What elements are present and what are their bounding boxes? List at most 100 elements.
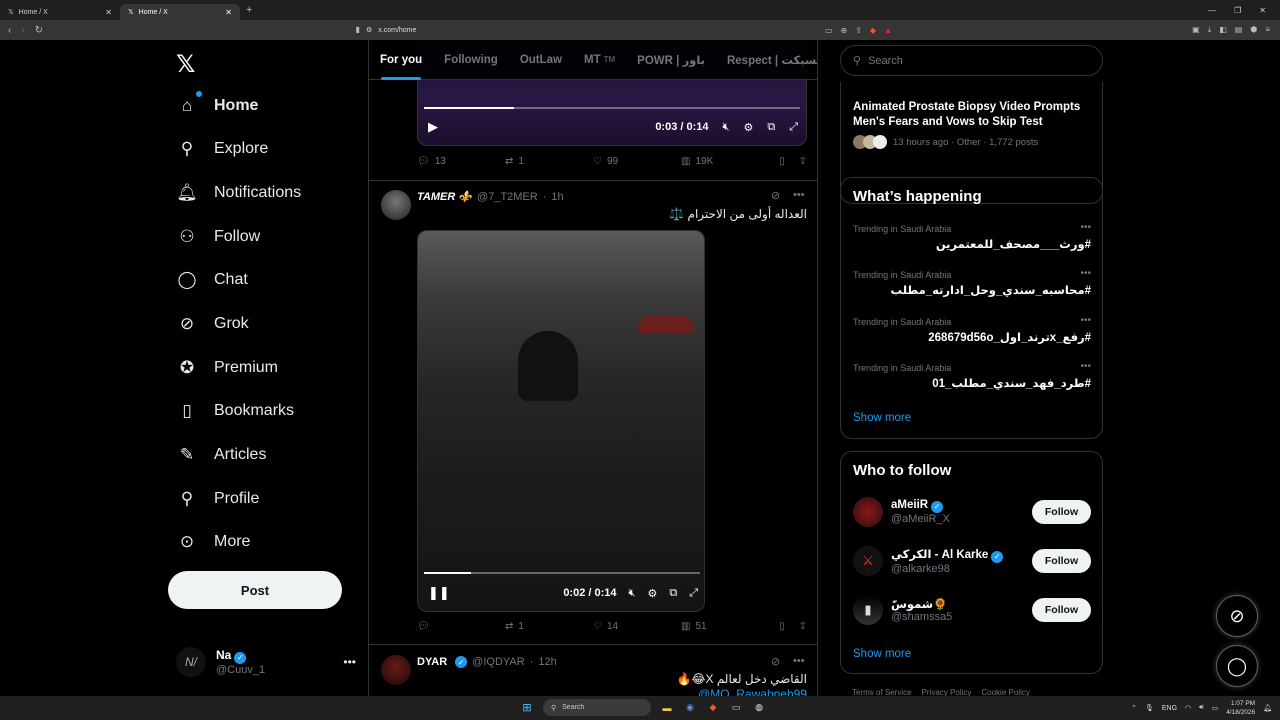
clock[interactable]: 1:07 PM 4/18/2026 [1226,699,1255,717]
microphone-icon[interactable]: 🎙︎ [1145,704,1154,712]
close-window-icon[interactable]: ✕ [1259,6,1266,15]
settings-icon[interactable]: ⚙ [743,121,753,134]
browser-tab-active[interactable]: 𝕏 Home / X ✕ [120,4,240,20]
nav-chat[interactable]: ◯ Chat [176,266,247,294]
zoom-icon[interactable]: ⊕ [841,26,848,35]
url-field[interactable]: ⚙ x.com/home ▭ ⊕ ⇪ ◆ ▲ [360,23,900,38]
nav-articles[interactable]: ✎ Articles [176,441,267,469]
tweet-author-name[interactable]: TAMER ⚜️ [417,190,472,203]
more-icon[interactable]: ••• [1080,268,1091,279]
settings-icon[interactable]: ⚙ [647,587,657,600]
nav-more[interactable]: ⊙ More [176,528,251,556]
more-icon[interactable]: ••• [1080,315,1091,326]
follow-suggestion[interactable]: ▮ شموسّ🌻 @shamssa5 Follow [853,592,1091,628]
reply-button[interactable]: 💬︎ [417,621,505,632]
tweet-video[interactable]: ❚❚ 0:02 / 0:14 🔇︎ ⚙ ⧉ ⤢ [417,230,705,612]
reply-button[interactable]: 💬︎ 13 [417,156,505,167]
discord-icon[interactable]: ◉ [683,701,697,715]
more-icon[interactable]: ••• [793,655,805,667]
reload-icon[interactable]: ↻ [35,25,43,36]
repost-button[interactable]: ⇄ 1 [505,156,593,167]
share-icon[interactable]: ⇪ [799,621,807,632]
show-more-link[interactable]: Show more [853,648,911,660]
post-button[interactable]: Post [168,571,342,609]
sidebar-icon[interactable]: ◧ [1219,25,1227,35]
nav-profile[interactable]: ⚲ Profile [176,485,260,513]
like-button[interactable]: ♡ 99 [593,156,681,167]
chat-float-button[interactable]: ◯ [1216,645,1258,687]
nav-follow[interactable]: ⚇ Follow [176,223,260,251]
avatar[interactable] [381,655,411,685]
site-info-icon[interactable]: ⚙ [366,26,372,34]
volume-icon[interactable]: 🔊︎ [1199,704,1203,712]
grok-icon[interactable]: ⊘ [771,189,780,202]
repost-button[interactable]: ⇄ 1 [505,621,593,632]
tweet-time[interactable]: 12h [538,656,556,668]
brave-icon[interactable]: ◆ [706,701,720,715]
pip-icon[interactable]: ⧉ [767,121,775,134]
restore-icon[interactable]: ❐ [1234,6,1241,15]
tweet-time[interactable]: 1h [551,191,563,203]
like-button[interactable]: ♡ 14 [593,621,681,632]
wifi-icon[interactable]: ◠ [1185,704,1191,712]
account-switcher[interactable]: N/ Na ✓ @Cuuv_1 ••• [176,644,356,680]
follow-suggestion[interactable]: ⚔ الكركي - Al Karke ✓ @alkarke98 Follow [853,543,1091,579]
tweet-author-handle[interactable]: @7_T2MER [477,191,538,203]
terminal-icon[interactable]: ▭ [729,701,743,715]
more-icon[interactable]: ••• [1080,361,1091,372]
nav-notifications[interactable]: 🔔︎ Notifications [176,179,301,207]
close-tab-icon[interactable]: ✕ [225,8,232,17]
tab-for-you[interactable]: For you [369,40,433,80]
trend-item[interactable]: Trending in Saudi Arabia #رفع_xترند_اول_… [853,315,1091,344]
video-progress-bar[interactable] [424,107,800,109]
grok-float-button[interactable]: ⊘ [1216,595,1258,637]
tweet-author-name[interactable]: DYAR [417,656,447,668]
windows-start-icon[interactable]: ⊞ [520,701,534,715]
taskbar-search[interactable]: ⚲ Search [543,699,651,716]
new-tab-icon[interactable]: + [246,4,252,16]
more-icon[interactable]: ••• [793,189,805,201]
tab-respect[interactable]: Respect | ريسبكت [716,40,817,80]
more-icon[interactable]: ••• [343,655,356,669]
follow-button[interactable]: Follow [1032,500,1091,524]
extension-icon[interactable]: ▣ [1192,25,1200,35]
trend-item[interactable]: Trending in Saudi Arabia #محاسبه_سندي_وح… [853,268,1091,297]
cast-icon[interactable]: ▭ [825,26,833,35]
tweet-author-handle[interactable]: @IQDYAR [472,656,525,668]
back-icon[interactable]: ‹ [8,25,11,36]
battery-icon[interactable]: ▭ [1212,704,1219,712]
volume-muted-icon[interactable]: 🔇︎ [629,587,636,600]
video-progress-bar[interactable] [424,572,700,574]
tab-mt[interactable]: MT TM [573,40,626,80]
tab-following[interactable]: Following [433,40,509,80]
close-tab-icon[interactable]: ✕ [105,8,112,17]
pip-icon[interactable]: ⧉ [669,587,677,600]
rewards-icon[interactable]: ▲ [884,26,892,35]
views-button[interactable]: ▥ 51 [681,621,761,632]
avatar[interactable] [381,190,411,220]
more-icon[interactable]: ••• [1080,222,1091,233]
vpn-icon[interactable]: ⬢ [1250,25,1257,35]
nav-premium[interactable]: ✪ Premium [176,354,278,382]
bookmark-icon[interactable]: ▯ [779,156,785,167]
search-input[interactable]: ⚲ Search [840,45,1103,76]
file-explorer-icon[interactable]: ▬ [660,701,674,715]
nav-grok[interactable]: ⊘ Grok [176,310,249,338]
views-button[interactable]: ▥ 19K [681,156,761,167]
minimize-icon[interactable]: — [1208,6,1216,15]
nav-bookmarks[interactable]: ▯ Bookmarks [176,397,294,425]
download-icon[interactable]: ⤓ [1208,25,1212,35]
nav-explore[interactable]: ⚲ Explore [176,135,268,163]
forward-icon[interactable]: › [21,25,24,36]
play-icon[interactable]: ▶ [428,119,438,135]
follow-suggestion[interactable]: aMeiiR ✓ @aMeiiR_X Follow [853,494,1091,530]
trend-item[interactable]: Trending in Saudi Arabia #ورث___مصحف_للم… [853,222,1091,251]
recording-app-icon[interactable]: ◍ [752,701,766,715]
grok-icon[interactable]: ⊘ [771,655,780,668]
fullscreen-icon[interactable]: ⤢ [789,121,798,134]
pause-icon[interactable]: ❚❚ [428,585,450,601]
tray-chevron-icon[interactable]: ⌃ [1131,704,1137,712]
share-icon[interactable]: ⇪ [799,156,807,167]
language-indicator[interactable]: ENG [1162,705,1177,712]
notifications-icon[interactable]: 🔔︎ [1263,704,1272,712]
